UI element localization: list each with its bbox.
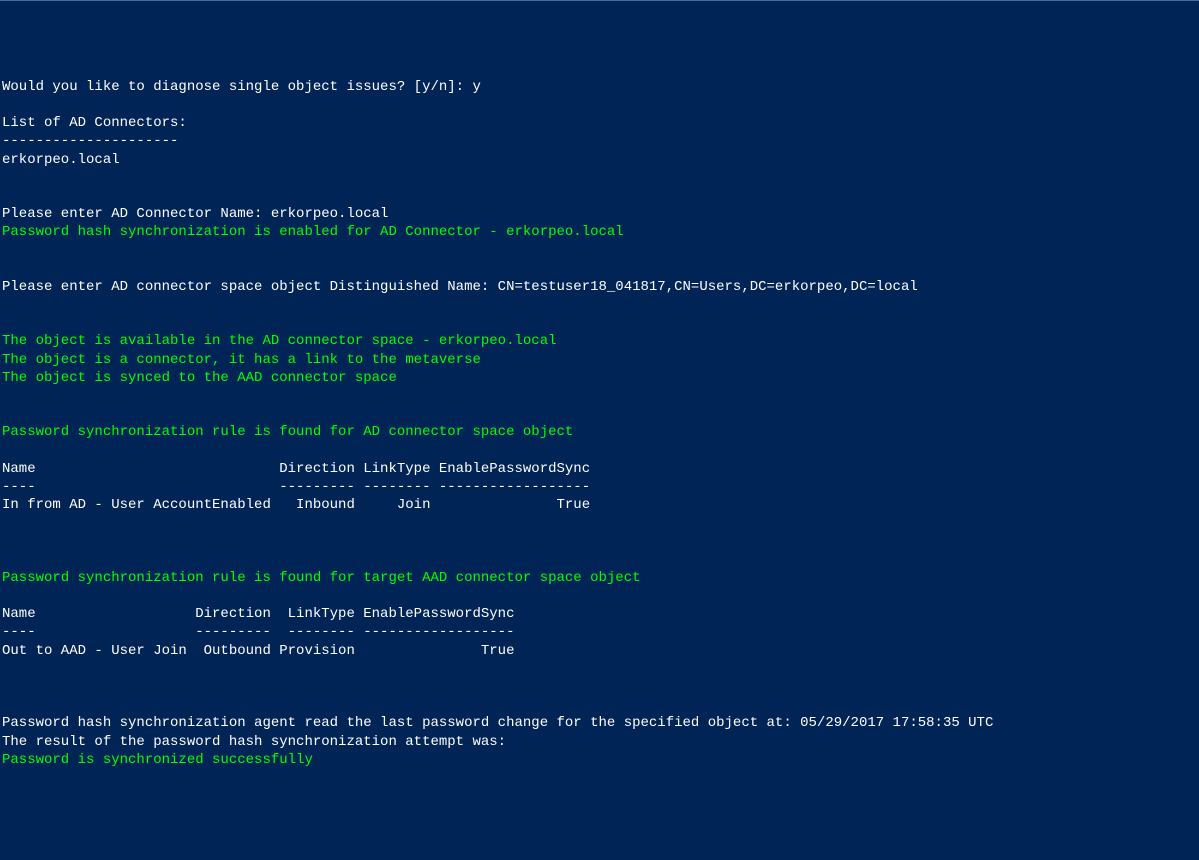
terminal-line <box>2 387 1197 405</box>
terminal-line <box>2 96 1197 114</box>
terminal-line <box>2 296 1197 314</box>
terminal-line: Password hash synchronization is enabled… <box>2 223 1197 241</box>
terminal-line: Password hash synchronization agent read… <box>2 714 1197 732</box>
terminal-line <box>2 314 1197 332</box>
terminal-line: Password synchronization rule is found f… <box>2 423 1197 441</box>
terminal-output: Would you like to diagnose single object… <box>2 78 1197 769</box>
terminal-line: Name Direction LinkType EnablePasswordSy… <box>2 605 1197 623</box>
terminal-line: --------------------- <box>2 132 1197 150</box>
terminal-line <box>2 442 1197 460</box>
terminal-line: Password synchronization rule is found f… <box>2 569 1197 587</box>
terminal-line: The object is a connector, it has a link… <box>2 351 1197 369</box>
terminal-line: ---- --------- -------- ----------------… <box>2 623 1197 641</box>
terminal-line <box>2 405 1197 423</box>
terminal-line <box>2 514 1197 532</box>
terminal-line <box>2 532 1197 550</box>
terminal-line <box>2 241 1197 259</box>
terminal-line <box>2 696 1197 714</box>
terminal-line <box>2 660 1197 678</box>
terminal-line <box>2 169 1197 187</box>
terminal-line: The object is synced to the AAD connecto… <box>2 369 1197 387</box>
terminal-line <box>2 587 1197 605</box>
terminal-line: List of AD Connectors: <box>2 114 1197 132</box>
terminal-line: In from AD - User AccountEnabled Inbound… <box>2 496 1197 514</box>
terminal-line: ---- --------- -------- ----------------… <box>2 478 1197 496</box>
terminal-line: Please enter AD Connector Name: erkorpeo… <box>2 205 1197 223</box>
terminal-line <box>2 187 1197 205</box>
terminal-line: erkorpeo.local <box>2 151 1197 169</box>
terminal-line: Password is synchronized successfully <box>2 751 1197 769</box>
terminal-line: Out to AAD - User Join Outbound Provisio… <box>2 642 1197 660</box>
terminal-line: The result of the password hash synchron… <box>2 733 1197 751</box>
terminal-line <box>2 678 1197 696</box>
terminal-line <box>2 260 1197 278</box>
terminal-line: The object is available in the AD connec… <box>2 332 1197 350</box>
terminal-line: Would you like to diagnose single object… <box>2 78 1197 96</box>
terminal-line: Please enter AD connector space object D… <box>2 278 1197 296</box>
terminal-line <box>2 551 1197 569</box>
terminal-line: Name Direction LinkType EnablePasswordSy… <box>2 460 1197 478</box>
